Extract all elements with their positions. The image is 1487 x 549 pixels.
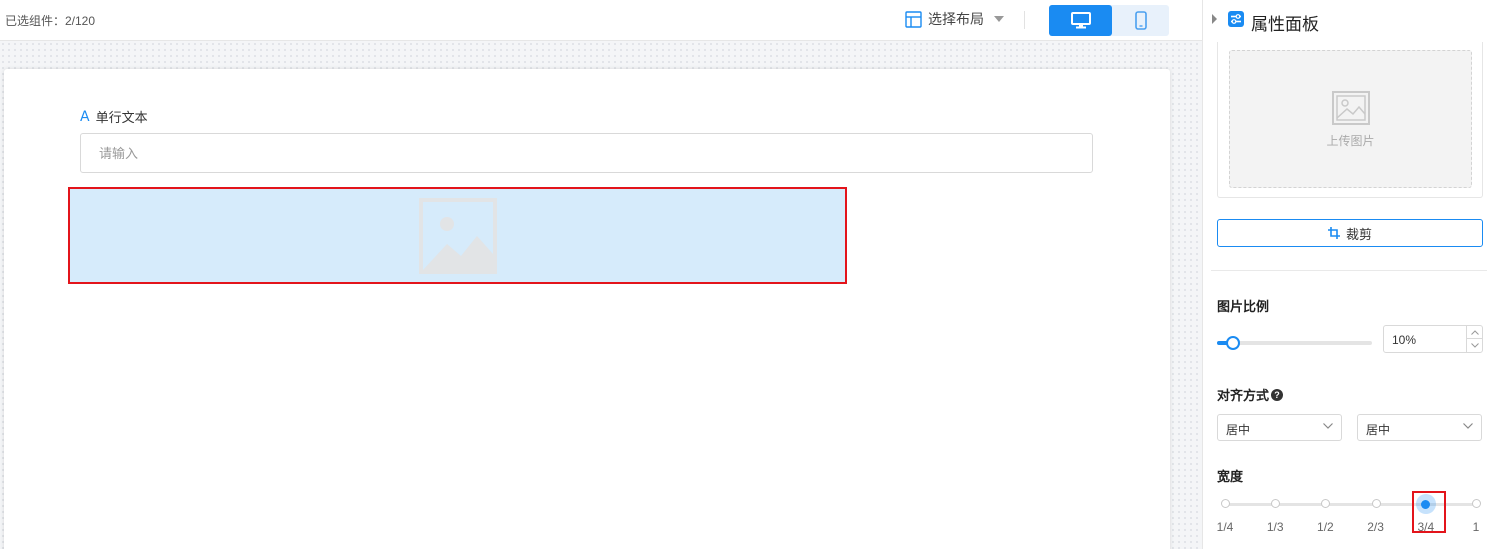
width-stop-label[interactable]: 3/4 <box>1417 520 1434 534</box>
image-ratio-value: 10% <box>1392 333 1417 347</box>
horizontal-align-value: 居中 <box>1226 423 1251 437</box>
layout-icon <box>905 10 922 28</box>
design-canvas: A 单行文本 <box>0 41 1202 549</box>
decrement-button[interactable] <box>1467 339 1482 352</box>
panel-title: 属性面板 <box>1251 15 1319 34</box>
device-toggle <box>1049 5 1169 36</box>
image-ratio-slider-thumb[interactable] <box>1226 336 1240 350</box>
width-label: 宽度 <box>1217 466 1243 485</box>
width-slider-stop[interactable] <box>1321 499 1331 508</box>
number-spinner <box>1466 326 1482 352</box>
panel-divider <box>1211 270 1487 271</box>
chevron-down-icon <box>1463 423 1473 429</box>
image-placeholder-icon <box>418 197 497 274</box>
width-slider[interactable] <box>1221 494 1481 514</box>
width-slider-thumb[interactable] <box>1415 494 1436 514</box>
upload-card: 上传图片 <box>1217 42 1483 198</box>
vertical-align-value: 居中 <box>1366 423 1391 437</box>
width-label-text: 宽度 <box>1217 469 1244 484</box>
layout-select[interactable]: 选择布局 <box>905 9 1004 29</box>
single-line-text-input[interactable] <box>80 133 1093 173</box>
image-upload-icon <box>1331 90 1370 125</box>
width-stop-label[interactable]: 1/3 <box>1267 520 1284 534</box>
image-ratio-slider[interactable] <box>1217 336 1372 350</box>
width-slider-stop[interactable] <box>1472 499 1481 508</box>
increment-button[interactable] <box>1467 326 1482 339</box>
crop-button[interactable]: 裁剪 <box>1217 219 1483 247</box>
chevron-down-icon <box>1323 423 1333 429</box>
top-toolbar: 已选组件：2/120 选择布局 <box>0 0 1202 41</box>
field-label-row: A 单行文本 <box>80 107 148 126</box>
horizontal-align-select[interactable]: 居中 <box>1217 414 1342 441</box>
toolbar-divider <box>1024 11 1025 29</box>
image-ratio-label-text: 图片比例 <box>1217 299 1270 314</box>
text-field-icon: A <box>80 108 90 125</box>
crop-button-label: 裁剪 <box>1345 226 1372 242</box>
upload-image-label: 上传图片 <box>1326 133 1375 148</box>
width-stop-label[interactable]: 1/4 <box>1217 520 1234 534</box>
width-slider-stop[interactable] <box>1221 499 1230 508</box>
alignment-label-text: 对齐方式 <box>1217 388 1270 403</box>
image-component-selected[interactable] <box>68 187 847 284</box>
panel-header: 属性面板 <box>1203 0 1487 40</box>
layout-select-label: 选择布局 <box>928 11 984 27</box>
image-ratio-label: 图片比例 <box>1217 296 1269 315</box>
caret-down-icon <box>994 16 1004 22</box>
field-label: 单行文本 <box>95 110 148 125</box>
sliders-icon <box>1228 11 1244 27</box>
width-stop-label[interactable]: 2/3 <box>1367 520 1384 534</box>
help-icon[interactable]: ? <box>1271 388 1284 401</box>
alignment-label: 对齐方式 ? <box>1217 385 1284 404</box>
width-stop-label[interactable]: 1 <box>1473 520 1480 534</box>
width-slider-stop[interactable] <box>1371 499 1381 508</box>
image-ratio-number-input[interactable]: 10% <box>1383 325 1483 353</box>
width-slider-stop[interactable] <box>1271 499 1281 508</box>
desktop-view-button[interactable] <box>1049 5 1112 36</box>
chevron-up-icon <box>1470 329 1479 335</box>
selected-component-count: 已选组件：2/120 <box>5 14 96 28</box>
desktop-icon <box>1070 12 1091 29</box>
form-page: A 单行文本 <box>4 69 1170 549</box>
width-stop-label[interactable]: 1/2 <box>1317 520 1334 534</box>
crop-icon <box>1327 227 1340 239</box>
property-panel: 属性面板 上传图片 裁剪 图片比例 10% 对齐方式 ? 居中 居中 宽度 1/… <box>1202 0 1487 549</box>
mobile-icon <box>1134 11 1147 30</box>
vertical-align-select[interactable]: 居中 <box>1357 414 1482 441</box>
caret-right-icon[interactable] <box>1212 14 1217 24</box>
chevron-down-icon <box>1470 343 1479 348</box>
mobile-view-button[interactable] <box>1112 5 1169 36</box>
upload-image-button[interactable]: 上传图片 <box>1229 50 1472 188</box>
